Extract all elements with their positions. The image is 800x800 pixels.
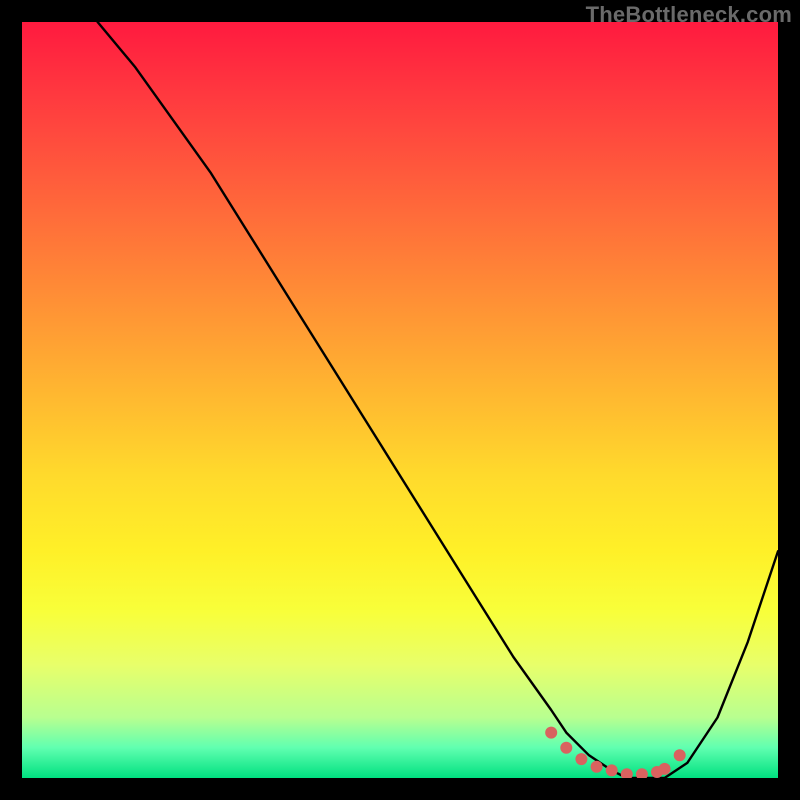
optimal-dot bbox=[651, 766, 663, 778]
optimal-dot bbox=[575, 753, 587, 765]
optimal-dot bbox=[560, 742, 572, 754]
chart-plot-area bbox=[22, 22, 778, 778]
optimal-dot bbox=[674, 749, 686, 761]
optimal-dot bbox=[545, 727, 557, 739]
chart-frame: TheBottleneck.com bbox=[0, 0, 800, 800]
optimal-dot bbox=[659, 763, 671, 775]
watermark-text: TheBottleneck.com bbox=[586, 2, 792, 28]
optimal-dot bbox=[591, 761, 603, 773]
optimal-dot bbox=[636, 768, 648, 778]
bottleneck-curve-line bbox=[98, 22, 778, 778]
optimal-dot bbox=[606, 764, 618, 776]
chart-svg bbox=[22, 22, 778, 778]
optimal-dot bbox=[621, 768, 633, 778]
optimal-region-dots bbox=[545, 727, 686, 778]
